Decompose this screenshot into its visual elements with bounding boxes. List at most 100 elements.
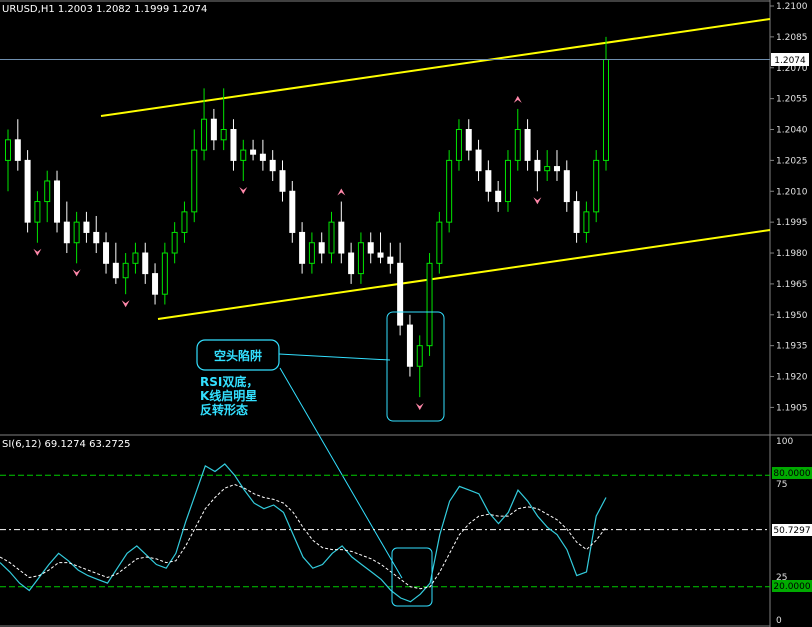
symbol-header: URUSD,H1 1.2003 1.2082 1.1999 1.2074 (2, 4, 207, 15)
candle-body (524, 129, 531, 161)
rsi-axis: 100 75 25 0 80.0000 50.7297 20.0000 (772, 437, 812, 626)
fractal-down-marker (415, 403, 424, 411)
candle-body (603, 59, 609, 161)
candle-body (475, 149, 482, 172)
fractal-markers (33, 95, 542, 411)
candle-body (142, 252, 149, 275)
price-tick-label: 1.1935 (776, 342, 808, 352)
candle-body (250, 149, 257, 155)
rsi-tick-0: 0 (776, 616, 782, 626)
candle-body (544, 166, 551, 172)
candle-body (24, 159, 31, 223)
candle-body (269, 159, 276, 172)
rsi-level-mid-label: 50.7297 (773, 526, 810, 536)
candle-body (83, 221, 90, 233)
price-tick-label: 1.2085 (776, 33, 808, 43)
candle-body (338, 221, 345, 254)
candle-body (495, 190, 502, 203)
candle-body (34, 201, 41, 223)
candle-body (54, 180, 61, 223)
candle-body (308, 242, 315, 264)
price-tick-label: 1.1920 (776, 373, 808, 383)
candle-body (406, 324, 413, 367)
rsi-tick-75: 75 (776, 480, 787, 490)
rsi-header: SI(6,12) 69.1274 63.2725 (2, 439, 130, 450)
price-tick-label: 1.1980 (776, 249, 808, 259)
candle-body (201, 118, 208, 151)
candle-body (357, 242, 364, 275)
trap-label: 空头陷阱 (214, 348, 262, 363)
candle-body (426, 262, 433, 347)
price-tick-label: 1.2040 (776, 126, 808, 136)
candle-body (553, 166, 560, 172)
note-line-1: RSI双底， (200, 374, 258, 389)
candle-body (436, 221, 443, 264)
candle-body (397, 262, 404, 326)
candle-body (328, 221, 335, 254)
candle-body (112, 262, 119, 279)
candle-body (377, 252, 384, 258)
candle-body (563, 170, 570, 203)
price-tick-label: 1.2025 (776, 156, 808, 166)
candle-body (416, 345, 423, 367)
rsi-fast-line (0, 463, 607, 603)
candle-body (534, 159, 541, 172)
trading-chart[interactable]: 1.2100 1.2085 1.2070 1.2055 1.2040 1.2025 1.20… (0, 0, 812, 627)
note-line-3: 反转形态 (200, 402, 248, 417)
candle-body (5, 139, 11, 161)
candle-body (485, 170, 492, 192)
candle-body (122, 262, 129, 279)
fractal-down-marker (33, 248, 42, 256)
note-line-2: K线启明星 (200, 388, 257, 403)
fractal-down-marker (239, 186, 248, 194)
upper-channel-line (100, 18, 771, 117)
candle-body (63, 221, 70, 244)
candle-body (465, 129, 472, 151)
candle-body (73, 221, 80, 244)
price-tick-label: 1.1950 (776, 311, 808, 321)
candle-body (348, 252, 355, 275)
candle-body (210, 118, 217, 141)
current-price-label: 1.2074 (774, 56, 806, 66)
candle-body (230, 129, 237, 161)
candle-body (93, 231, 100, 244)
candle-body (181, 211, 188, 233)
candle-body (455, 129, 462, 161)
candle-body (367, 242, 374, 254)
price-tick-label: 1.2100 (776, 2, 808, 12)
trap-pointer-line (278, 353, 391, 361)
candle-body (44, 180, 51, 203)
candle-body (583, 211, 590, 233)
candle-body (318, 242, 325, 254)
rsi-slow-line (0, 483, 607, 590)
candle-body (593, 159, 600, 213)
price-tick-label: 1.2010 (776, 187, 808, 197)
candle-body (171, 231, 178, 254)
candle-body (191, 149, 198, 213)
candle-body (504, 159, 511, 203)
price-tick-label: 1.1905 (776, 403, 808, 413)
rsi-tick-100: 100 (776, 437, 793, 447)
candle-body (289, 190, 296, 233)
rsi-level-low-label: 20.0000 (773, 582, 810, 592)
fractal-up-marker (337, 188, 346, 196)
candle-body (259, 153, 266, 161)
candle-body (14, 139, 21, 161)
candle-body (220, 129, 227, 141)
candle-body (514, 129, 521, 161)
candle-body (132, 252, 139, 264)
trend-channel (100, 18, 771, 320)
price-tick-label: 1.1965 (776, 280, 808, 290)
chart-canvas[interactable]: 1.21001.20851.20701.20551.20401.20251.20… (0, 0, 812, 627)
price-tick-label: 1.1995 (776, 218, 808, 228)
candle-body (299, 231, 306, 264)
candlestick-series (5, 36, 609, 398)
candle-body (387, 256, 394, 264)
rsi-level-high-label: 80.0000 (773, 469, 810, 479)
candle-body (279, 170, 286, 192)
price-tick-label: 1.2055 (776, 95, 808, 105)
candle-body (573, 201, 580, 233)
candle-body (240, 149, 247, 161)
lower-channel-line (157, 229, 771, 320)
candle-body (103, 242, 110, 264)
